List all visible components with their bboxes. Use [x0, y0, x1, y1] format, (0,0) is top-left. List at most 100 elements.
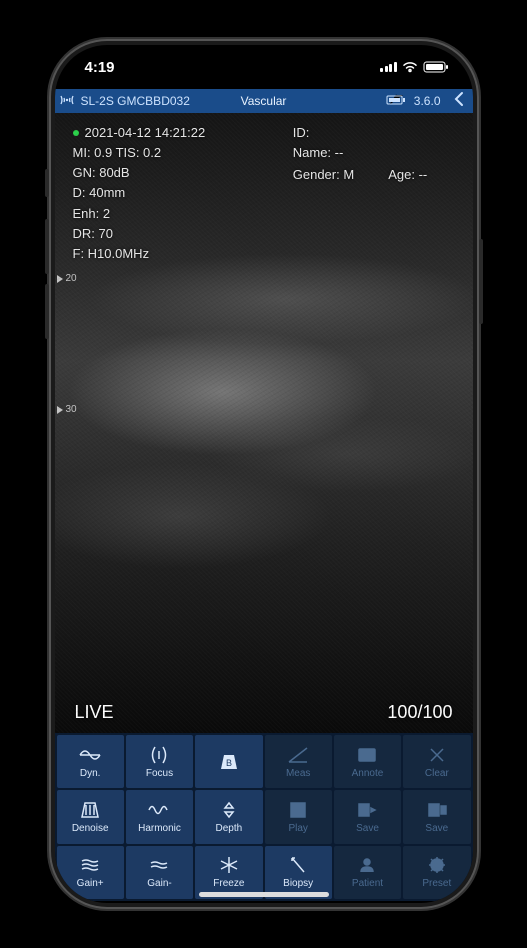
bmode-button[interactable]: B: [195, 735, 262, 788]
patient-age-value: --: [419, 167, 428, 182]
phone-frame: 4:19 SL-2S GMCBBD032 Vascular: [49, 39, 479, 909]
clear-button[interactable]: Clear: [403, 735, 470, 788]
volume-down-button: [45, 284, 49, 339]
ruler-tick-icon: [57, 275, 63, 283]
meas-label: Meas: [286, 768, 310, 779]
signal-icon: [59, 93, 75, 110]
clear-label: Clear: [425, 768, 449, 779]
patient-gender-label: Gender:: [293, 167, 340, 182]
play-button[interactable]: Play: [265, 790, 332, 843]
play-icon: [286, 800, 310, 820]
freeze-label: Freeze: [213, 878, 244, 889]
biopsy-label: Biopsy: [283, 878, 313, 889]
save-image-icon: [355, 800, 379, 820]
scan-params-overlay: 2021-04-12 14:21:22 MI: 0.9 TIS: 0.2 GN:…: [73, 123, 206, 264]
depth-button[interactable]: Depth: [195, 790, 262, 843]
ruler-20: 20: [66, 273, 77, 284]
denoise-button[interactable]: Denoise: [57, 790, 124, 843]
save-cine-button[interactable]: Save: [403, 790, 470, 843]
meas-button[interactable]: Meas: [265, 735, 332, 788]
patient-overlay: ID: Name: -- Gender: M Age: --: [293, 123, 428, 185]
focus-button[interactable]: Focus: [126, 735, 193, 788]
gain-minus-button[interactable]: Gain-: [126, 846, 193, 899]
depth-label: Depth: [215, 823, 242, 834]
patient-button[interactable]: Patient: [334, 846, 401, 899]
save-cine-label: Save: [425, 823, 448, 834]
svg-text:B: B: [226, 758, 232, 768]
patient-name-value: --: [335, 145, 344, 160]
frame-counter: 100/100: [387, 702, 452, 723]
volume-up-button: [45, 219, 49, 274]
play-label: Play: [288, 823, 307, 834]
patient-icon: [355, 855, 379, 875]
param-enhance: Enh: 2: [73, 204, 206, 224]
gain-minus-label: Gain-: [147, 878, 171, 889]
wifi-icon: [402, 61, 418, 73]
param-dr: DR: 70: [73, 224, 206, 244]
dyn-label: Dyn.: [80, 768, 101, 779]
probe-id: SL-2S GMCBBD032: [81, 94, 190, 108]
status-right: [380, 61, 449, 73]
cellular-icon: [380, 62, 397, 72]
meas-icon: [286, 745, 310, 765]
app-header: SL-2S GMCBBD032 Vascular 3.6.0: [55, 89, 473, 113]
back-button[interactable]: [449, 91, 469, 112]
preset-button[interactable]: Preset: [403, 846, 470, 899]
gain-minus-icon: [147, 855, 171, 875]
preset-label[interactable]: Vascular: [241, 94, 287, 108]
depth-icon: [217, 800, 241, 820]
app-version: 3.6.0: [414, 94, 441, 108]
dyn-button[interactable]: Dyn.: [57, 735, 124, 788]
battery-icon: [423, 61, 449, 73]
param-gain: GN: 80dB: [73, 163, 206, 183]
freeze-button[interactable]: Freeze: [195, 846, 262, 899]
scan-status-bar: LIVE 100/100: [55, 702, 473, 723]
patient-id-label: ID:: [293, 125, 310, 140]
mute-switch: [45, 169, 49, 197]
depth-ruler: 20 30: [57, 273, 77, 535]
preset-label: Preset: [422, 878, 451, 889]
gain-plus-button[interactable]: Gain+: [57, 846, 124, 899]
annote-button[interactable]: Annote: [334, 735, 401, 788]
annote-icon: [355, 745, 379, 765]
status-time: 4:19: [85, 59, 115, 76]
patient-age-label: Age:: [388, 167, 415, 182]
home-indicator[interactable]: [199, 892, 329, 897]
notch: [169, 45, 359, 75]
param-mi-tis: MI: 0.9 TIS: 0.2: [73, 143, 206, 163]
bmode-icon: B: [217, 752, 241, 772]
patient-gender-value: M: [343, 167, 354, 182]
preset-icon: [425, 855, 449, 875]
dyn-icon: [78, 745, 102, 765]
patient-name-label: Name:: [293, 145, 331, 160]
harmonic-label: Harmonic: [138, 823, 181, 834]
denoise-icon: [78, 800, 102, 820]
param-freq: F: H10.0MHz: [73, 244, 206, 264]
scan-timestamp: 2021-04-12 14:21:22: [85, 123, 206, 143]
gain-plus-icon: [78, 855, 102, 875]
ruler-tick-icon: [57, 406, 63, 414]
save-image-label: Save: [356, 823, 379, 834]
patient-label: Patient: [352, 878, 383, 889]
gain-plus-label: Gain+: [77, 878, 104, 889]
save-image-button[interactable]: Save: [334, 790, 401, 843]
clear-icon: [425, 745, 449, 765]
param-depth: D: 40mm: [73, 183, 206, 203]
denoise-label: Denoise: [72, 823, 109, 834]
harmonic-icon: [147, 800, 171, 820]
freeze-icon: [217, 855, 241, 875]
scan-mode: LIVE: [75, 702, 114, 723]
annote-label: Annote: [352, 768, 384, 779]
focus-icon: [147, 745, 171, 765]
ultrasound-view[interactable]: 2021-04-12 14:21:22 MI: 0.9 TIS: 0.2 GN:…: [55, 113, 473, 733]
focus-label: Focus: [146, 768, 173, 779]
header-battery-icon: [386, 94, 406, 109]
harmonic-button[interactable]: Harmonic: [126, 790, 193, 843]
ruler-30: 30: [66, 404, 77, 415]
power-button: [479, 239, 483, 324]
phone-screen: 4:19 SL-2S GMCBBD032 Vascular: [55, 45, 473, 903]
save-cine-icon: [425, 800, 449, 820]
biopsy-button[interactable]: Biopsy: [265, 846, 332, 899]
biopsy-icon: [286, 855, 310, 875]
live-dot-icon: [73, 130, 79, 136]
